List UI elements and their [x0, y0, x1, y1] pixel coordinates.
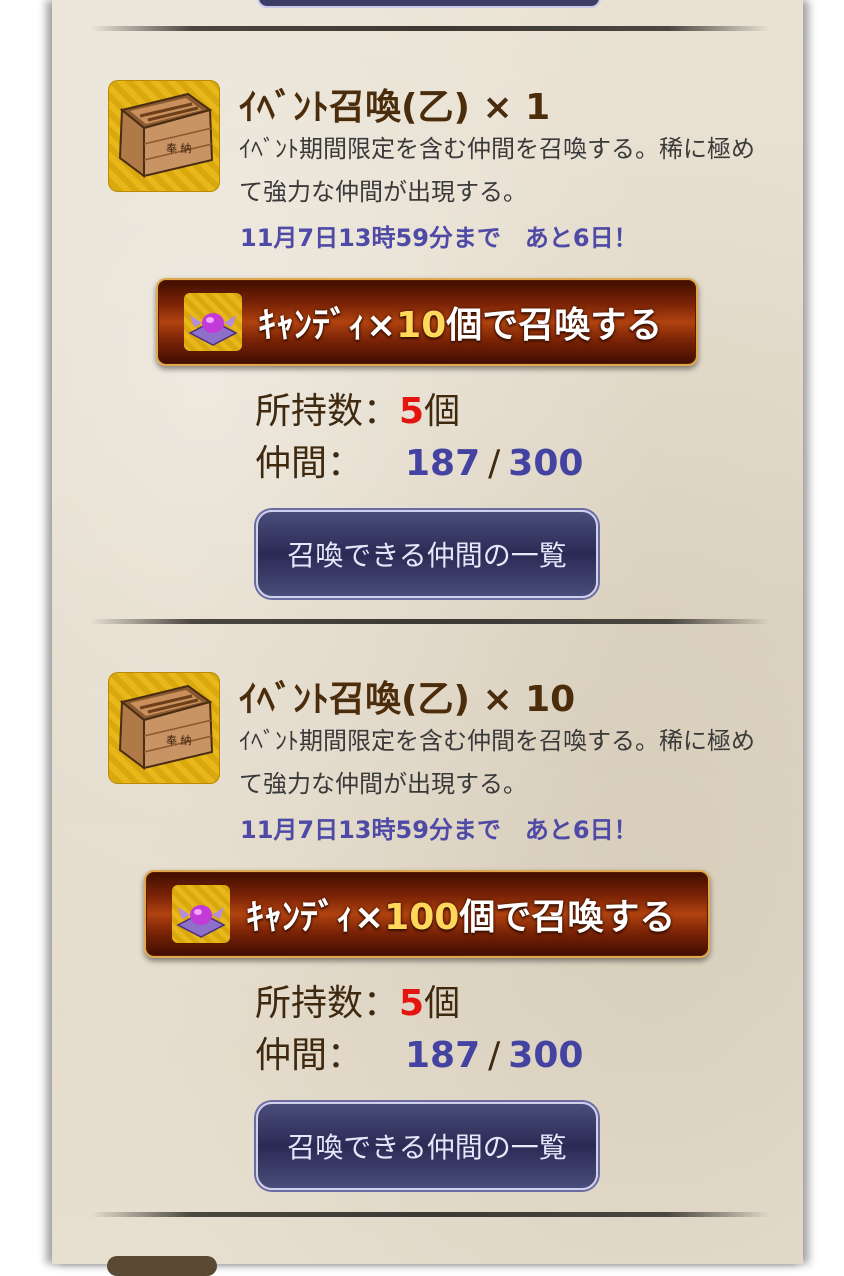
divider	[90, 1212, 770, 1217]
summon-description: ｲﾍﾞﾝﾄ期間限定を含む仲間を召喚する。稀に極めて強力な仲間が出現する。	[239, 135, 755, 206]
cost-count: 100	[384, 897, 460, 938]
party-max: 300	[508, 1035, 584, 1076]
owned-count: 所持数：5個	[255, 382, 460, 434]
cost-prefix: ｷｬﾝﾃﾞｨ×	[246, 897, 385, 938]
summon-deadline: 11月7日13時59分まで あと6日！	[240, 816, 638, 844]
party-current: 187	[405, 1035, 481, 1076]
summon-button-label: ｷｬﾝﾃﾞｨ×10個で召喚する	[258, 296, 662, 348]
owned-value: 5	[399, 983, 425, 1024]
candy-icon	[184, 293, 242, 351]
party-separator: /	[488, 1035, 501, 1076]
summon-button[interactable]: ｷｬﾝﾃﾞｨ×100個で召喚する	[144, 870, 710, 958]
owned-unit: 個	[424, 983, 461, 1024]
summon-section-2: 奉 納 ｲﾍﾞﾝﾄ召喚(乙) × 10 ｲﾍﾞﾝﾄ期間限定を含む仲間を召喚する。…	[52, 592, 803, 1190]
crate-icon: 奉 納	[108, 672, 220, 784]
owned-label: 所持数：	[255, 391, 400, 432]
cost-suffix: 個で召喚する	[446, 305, 663, 346]
party-max: 300	[508, 443, 584, 484]
owned-label: 所持数：	[255, 983, 400, 1024]
summon-description: ｲﾍﾞﾝﾄ期間限定を含む仲間を召喚する。稀に極めて強力な仲間が出現する。	[239, 727, 755, 798]
summon-button[interactable]: ｷｬﾝﾃﾞｨ×10個で召喚する	[156, 278, 698, 366]
summon-title: ｲﾍﾞﾝﾄ召喚(乙) × 1	[239, 87, 551, 128]
candy-icon	[172, 885, 230, 943]
owned-count: 所持数：5個	[255, 974, 460, 1026]
summon-deadline: 11月7日13時59分まで あと6日！	[240, 224, 638, 252]
crate-icon: 奉 納	[108, 80, 220, 192]
summon-title: ｲﾍﾞﾝﾄ召喚(乙) × 10	[239, 679, 576, 720]
summon-section-1: 奉 納 ｲﾍﾞﾝﾄ召喚(乙) × 1 ｲﾍﾞﾝﾄ期間限定を含む仲間を召喚する。稀…	[52, 0, 803, 598]
cost-suffix: 個で召喚する	[459, 897, 676, 938]
party-count: 仲間： 187/300	[255, 434, 583, 486]
cost-count: 10	[396, 305, 447, 346]
owned-unit: 個	[424, 391, 461, 432]
summonable-list-button[interactable]: 召喚できる仲間の一覧	[256, 510, 598, 598]
svg-text:奉 納: 奉 納	[166, 141, 192, 155]
cost-prefix: ｷｬﾝﾃﾞｨ×	[258, 305, 397, 346]
party-current: 187	[405, 443, 481, 484]
next-section-icon-edge	[107, 1256, 217, 1276]
party-label: 仲間：	[255, 1035, 364, 1076]
summonable-list-button[interactable]: 召喚できる仲間の一覧	[256, 1102, 598, 1190]
party-count: 仲間： 187/300	[255, 1026, 583, 1078]
owned-value: 5	[399, 391, 425, 432]
party-label: 仲間：	[255, 443, 364, 484]
party-separator: /	[488, 443, 501, 484]
summon-button-label: ｷｬﾝﾃﾞｨ×100個で召喚する	[246, 888, 675, 940]
summon-panel: 奉 納 ｲﾍﾞﾝﾄ召喚(乙) × 1 ｲﾍﾞﾝﾄ期間限定を含む仲間を召喚する。稀…	[52, 0, 803, 1276]
svg-text:奉 納: 奉 納	[166, 733, 192, 747]
